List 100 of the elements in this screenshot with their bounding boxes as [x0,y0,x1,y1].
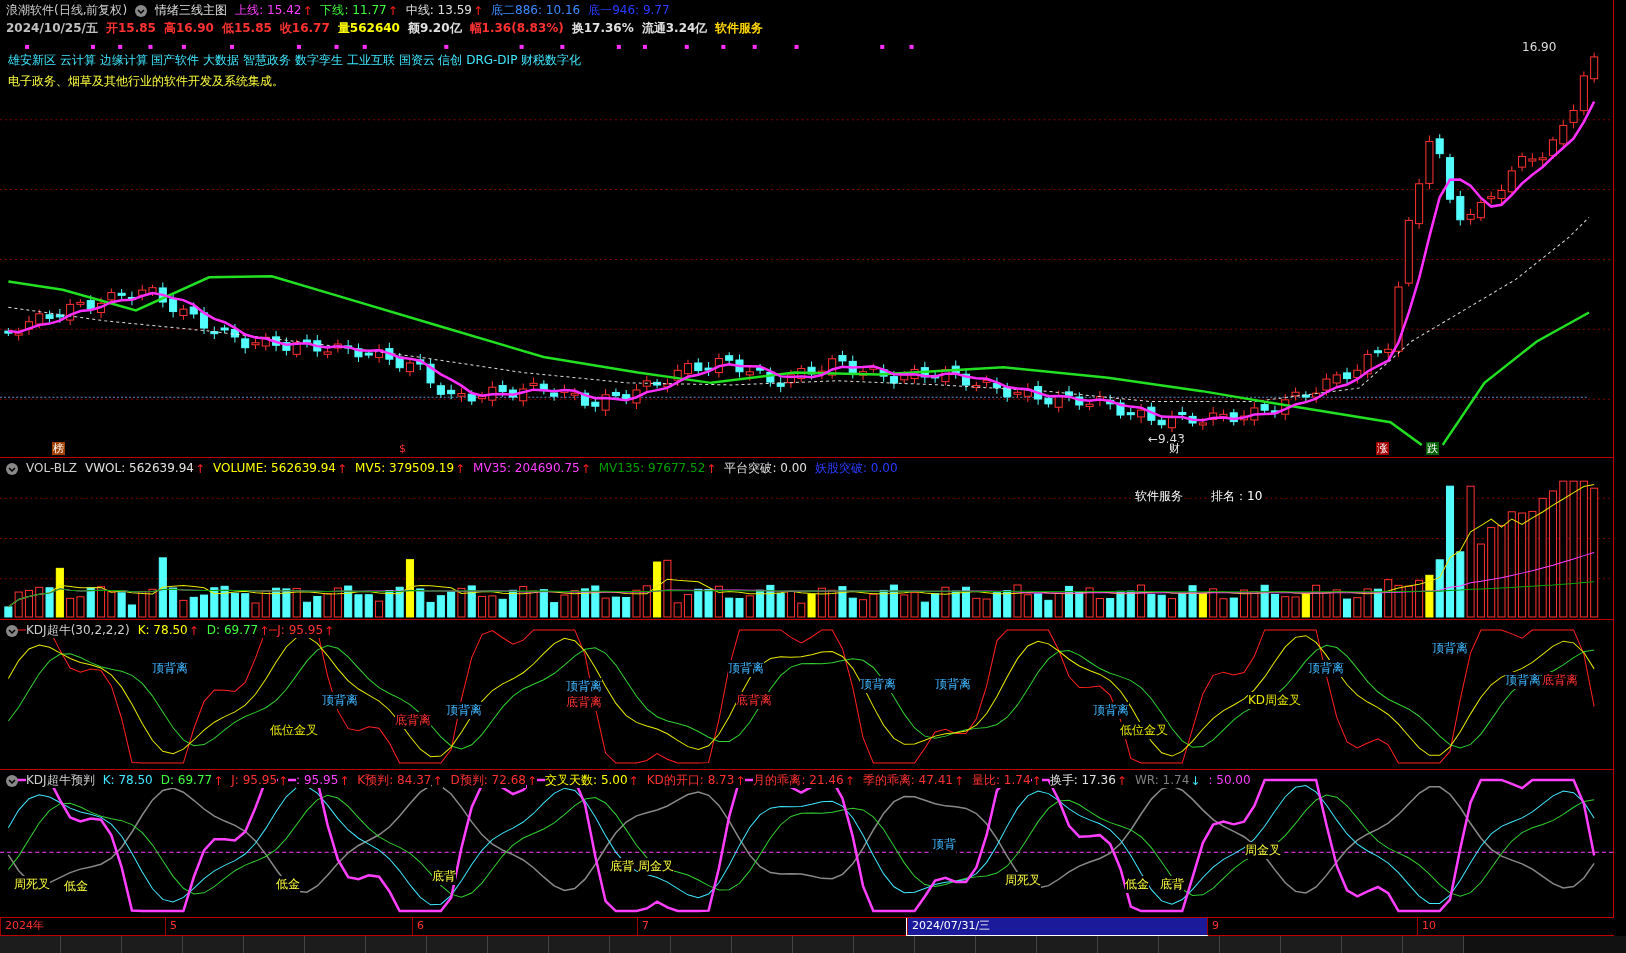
indicator-value: K预判: 84.37 [357,773,432,788]
signal-label: 周金叉 [638,858,674,875]
indicator-value: D: 69.77 [160,773,213,788]
signal-label: 周死叉 [1005,872,1041,889]
signal-label: 顶背离 [728,660,764,677]
quote-value: 流通3.24亿 [641,21,708,36]
signal-label: 周金叉 [1245,842,1281,859]
indicator-value: 底二886: 10.16 [491,3,581,18]
tab-strip-cell[interactable] [1037,936,1098,953]
signal-marker: 榜 [52,442,65,455]
signal-marker: 跌 [1426,442,1439,455]
tab-strip-cell[interactable] [427,936,488,953]
quote-value: 软件服务 [715,21,764,36]
date-axis-label: 6 [412,918,637,935]
quote-value: 开15.85 [105,21,156,36]
signal-label: 顶背离 [860,676,896,693]
signal-label: 低金 [64,878,88,895]
tab-strip-cell[interactable] [915,936,976,953]
date-axis-label: 9 [1207,918,1417,935]
signal-marker: $ [398,442,407,455]
high-price-label: 16.90 [1522,40,1557,54]
signal-label: 低金 [276,876,300,893]
signal-label: KD周金叉 [1248,692,1302,709]
chevron-down-icon[interactable] [6,774,18,787]
indicator-value: 交叉天数: 5.00 [545,773,628,788]
indicator-value: 平台突破: 0.00 [724,461,807,476]
sector-name: 软件服务 [1135,488,1183,505]
indicator-value: 妖股突破: 0.00 [814,461,898,476]
signal-label: 底背 [610,858,634,875]
tab-strip-cell[interactable] [671,936,732,953]
signal-label: 底背离 [395,712,431,729]
tab-strip-cell[interactable] [1220,936,1281,953]
chevron-down-icon[interactable] [135,4,148,17]
indicator-value: 下线: 11.77 [320,3,387,18]
chevron-down-icon[interactable] [6,624,18,637]
tab-strip-cell[interactable] [854,936,915,953]
indicator-name: 情绪三线主图 [155,3,228,18]
date-axis-label: 2024年 [0,918,165,935]
tab-strip-cell[interactable] [976,936,1037,953]
tab-strip-cell[interactable] [488,936,549,953]
quote-value: 高16.90 [163,21,214,36]
indicator-value: J: 95.95 [277,623,324,638]
indicator-value: 中线: 13.59 [405,3,472,18]
indicator-value: 换手: 17.36 [1049,773,1116,788]
indicator-name: KDJ超牛(30,2,2,2) [26,623,130,638]
indicator-value: 月的乖离: 21.46 [753,773,844,788]
tab-strip-cell[interactable] [0,936,61,953]
signal-label: 顶背离 [1432,640,1468,657]
quote-value: 幅1.36(8.83%) [469,21,564,36]
signal-label: 顶背 [932,836,956,853]
stock-title: 浪潮软件(日线,前复权) [6,3,128,18]
tab-strip-cell[interactable] [1403,936,1464,953]
signal-label: 顶背离 [322,692,358,709]
signal-label: 底背 [432,868,456,885]
signal-label: 顶背离 [1093,702,1129,719]
quote-value: 2024/10/25/五 [6,21,98,36]
tab-strip-cell[interactable] [1281,936,1342,953]
chevron-down-icon[interactable] [6,462,18,475]
indicator-value: : 95.95 [296,773,339,788]
indicator-value: 季的乖离: 47.41 [862,773,953,788]
tab-strip-cell[interactable] [122,936,183,953]
signal-label: 低金 [1125,876,1149,893]
signal-label: 周死叉 [14,876,50,893]
tab-strip-cell[interactable] [61,936,122,953]
signal-label: 顶背离 [935,676,971,693]
signal-label: 低位金叉 [270,722,318,739]
signal-marker: 涨 [1376,442,1389,455]
tab-strip-cell[interactable] [305,936,366,953]
indicator-name: KDJ超牛预判 [26,773,95,788]
quote-value: 收16.77 [279,21,330,36]
signal-label: 顶背离 [446,702,482,719]
indicator-value: 上线: 15.42 [235,3,302,18]
sector-rank: 排名：10 [1211,488,1263,505]
tab-strip-cell[interactable] [183,936,244,953]
quote-value: 额9.20亿 [407,21,462,36]
tab-strip-cell[interactable] [793,936,854,953]
quote-value: 换17.36% [571,21,634,36]
tab-strip-cell[interactable] [1159,936,1220,953]
indicator-value: WR: 1.74 [1134,773,1190,788]
tab-strip-cell[interactable] [1098,936,1159,953]
signal-label: 顶背离 [1505,672,1541,689]
date-axis-label: 5 [165,918,412,935]
tab-strip-cell[interactable] [732,936,793,953]
indicator-value: 量比: 1.74 [972,773,1031,788]
indicator-value: D预判: 72.68 [450,773,526,788]
date-axis-label: 2024/07/31/三 [907,918,1207,935]
indicator-value: J: 95.95 [231,773,277,788]
tab-strip-cell[interactable] [549,936,610,953]
signal-label: 低位金叉 [1120,722,1168,739]
tab-strip-cell[interactable] [244,936,305,953]
tab-strip-cell[interactable] [1342,936,1403,953]
business-description: 电子政务、烟草及其他行业的软件开发及系统集成。 [7,73,285,90]
date-axis-label: 10 [1417,918,1597,935]
tab-strip-cell[interactable] [610,936,671,953]
tab-strip-cell[interactable] [366,936,427,953]
indicator-value: 底一946: 9.77 [588,3,670,18]
signal-label: 底背 [1160,876,1184,893]
quote-value: 量562640 [337,21,400,36]
signal-label: 底背离 [566,694,602,711]
quote-value: 低15.85 [221,21,272,36]
